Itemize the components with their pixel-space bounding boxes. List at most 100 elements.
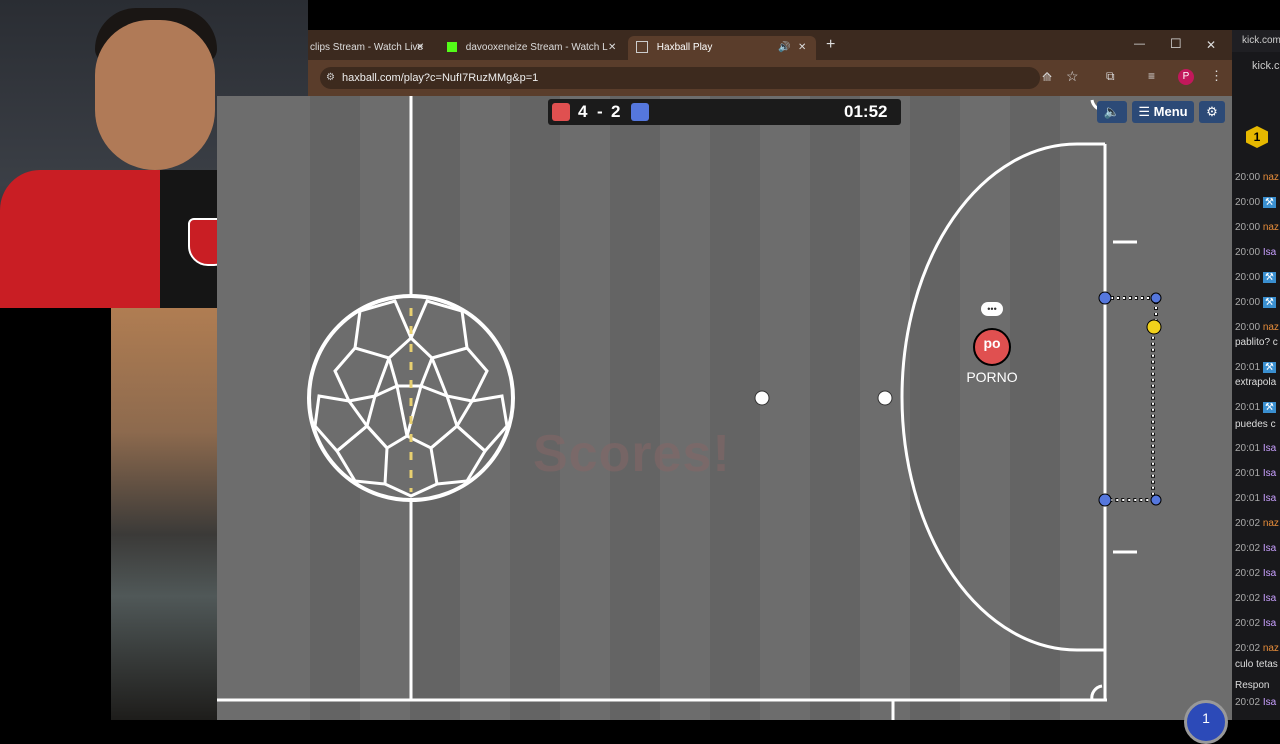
chat-header: kick.com	[1232, 30, 1280, 52]
chat-message: 20:00 Isa	[1235, 247, 1276, 258]
url-text: haxball.com/play?c=NufI7RuzMMg&p=1	[342, 72, 539, 84]
url-field[interactable]: ⚙ haxball.com/play?c=NufI7RuzMMg&p=1	[320, 67, 1040, 89]
blue-team-icon	[631, 103, 649, 121]
tab-davooxeneize[interactable]: davooxeneize Stream - Watch L	[443, 36, 613, 60]
chat-timestamp: 20:01	[1235, 493, 1263, 504]
haxball-field[interactable]: po PORNO •••	[217, 96, 1232, 720]
haxball-icon	[636, 41, 648, 54]
chat-message: culo tetas	[1235, 659, 1278, 670]
translate-icon[interactable]: ⟰	[1042, 70, 1052, 84]
chat-username: Isa	[1262, 697, 1277, 708]
menu-button[interactable]: ☰ Menu	[1132, 101, 1194, 123]
close-window-button[interactable]: ✕	[1206, 38, 1216, 52]
score-blue: 2	[611, 102, 621, 121]
profile-avatar[interactable]: P	[1178, 69, 1194, 85]
speaker-icon[interactable]: 🔊	[778, 42, 790, 53]
yellow-disc	[1146, 319, 1162, 335]
chat-message: Respon	[1235, 680, 1269, 691]
chat-username: naz	[1262, 518, 1279, 529]
chat-timestamp: 20:00	[1235, 322, 1263, 333]
chat-username: naz	[1262, 322, 1279, 333]
chat-username: ⚒	[1262, 297, 1276, 308]
sound-button[interactable]: 🔈	[1097, 101, 1127, 123]
chat-username: naz	[1262, 643, 1279, 654]
chat-message: 20:02 Isa	[1235, 543, 1276, 554]
chat-bubble-icon: •••	[981, 302, 1003, 316]
chat-username: pablito? c	[1235, 337, 1278, 348]
maximize-button[interactable]: ☐	[1170, 36, 1182, 52]
chat-timestamp: 20:00	[1235, 272, 1263, 283]
chat-message: pablito? c	[1235, 337, 1278, 348]
kickoff-marker-left	[754, 390, 770, 406]
chat-timestamp: 20:00	[1235, 222, 1263, 233]
minimize-button[interactable]: —	[1134, 38, 1145, 50]
more-menu-icon[interactable]: ⋮	[1210, 68, 1223, 84]
menu-label: Menu	[1153, 104, 1188, 119]
media-icon[interactable]: ≡	[1148, 69, 1155, 83]
site-settings-icon[interactable]: ⚙	[326, 67, 335, 89]
tab-label: Haxball Play	[656, 42, 713, 53]
chat-message: 20:00 ⚒	[1235, 297, 1276, 308]
post-top-outer	[1150, 292, 1162, 304]
chat-message: extrapola	[1235, 377, 1276, 388]
chat-timestamp: 20:02	[1235, 697, 1263, 708]
chat-message: 20:00 naz	[1235, 172, 1279, 183]
browser-address-bar: ⚙ haxball.com/play?c=NufI7RuzMMg&p=1 ⟰ ☆…	[308, 60, 1232, 96]
chat-timestamp: 20:01	[1235, 362, 1263, 373]
chat-timestamp: 20:02	[1235, 618, 1263, 629]
chat-message: 20:00 naz	[1235, 222, 1279, 233]
chat-timestamp: 20:01	[1235, 468, 1263, 479]
player-avatar: po	[983, 335, 1001, 351]
chat-username: Isa	[1262, 593, 1277, 604]
chat-username: Isa	[1262, 443, 1277, 454]
chat-username: Isa	[1262, 247, 1277, 258]
chat-username: puedes c	[1235, 419, 1276, 430]
chat-username: extrapola	[1235, 377, 1277, 388]
new-tab-button[interactable]: +	[826, 36, 835, 54]
chat-header-url: kick.com	[1242, 35, 1280, 46]
chat-panel[interactable]: kick.c 1 20:00 naz 20:00 ⚒ 20:00 naz 20:00 …	[1232, 52, 1280, 720]
post-bottom-outer	[1150, 494, 1162, 506]
chat-timestamp: 20:00	[1235, 297, 1263, 308]
chat-message: 20:02 Isa	[1235, 568, 1276, 579]
page-indicator-badge[interactable]: 1	[1184, 700, 1228, 744]
chat-username: Isa	[1262, 468, 1277, 479]
close-icon[interactable]: ✕	[416, 42, 424, 53]
bookmark-star-icon[interactable]: ☆	[1066, 68, 1079, 85]
chat-message: 20:01 ⚒	[1235, 402, 1276, 413]
settings-button[interactable]: ⚙	[1199, 101, 1225, 123]
browser-tab-bar: clips Stream - Watch Live ✕ davooxeneize…	[308, 30, 1232, 60]
chat-message: 20:02 Isa	[1235, 593, 1276, 604]
match-timer: 01:52	[844, 102, 888, 121]
webcam-shirt-red	[0, 170, 160, 308]
penalty-arc	[900, 142, 1105, 652]
chat-timestamp: 20:02	[1235, 543, 1263, 554]
chat-username: Isa	[1262, 618, 1277, 629]
tab-label: davooxeneize Stream - Watch L	[465, 42, 608, 53]
chat-timestamp: 20:02	[1235, 593, 1263, 604]
chat-username: ⚒	[1262, 197, 1276, 208]
chat-timestamp: 20:01	[1235, 402, 1263, 413]
chat-username: naz	[1262, 172, 1279, 183]
chat-message: 20:00 naz	[1235, 322, 1279, 333]
close-icon[interactable]: ✕	[798, 42, 806, 53]
post-bottom-inner	[1098, 493, 1112, 507]
chat-timestamp: 20:02	[1235, 643, 1263, 654]
webcam-face	[95, 20, 215, 170]
close-icon[interactable]: ✕	[608, 42, 616, 53]
score-red: 4	[578, 102, 588, 121]
corner-arc-bottom	[1090, 684, 1103, 701]
chat-username: Isa	[1262, 543, 1277, 554]
chat-site-label: kick.c	[1252, 60, 1280, 72]
chat-timestamp: 20:02	[1235, 568, 1263, 579]
chat-message: 20:02 Isa	[1235, 697, 1276, 708]
chat-username: ⚒	[1262, 402, 1276, 413]
chat-message: 20:02 naz	[1235, 518, 1279, 529]
chat-username: culo tetas	[1235, 659, 1278, 670]
red-team-icon	[552, 103, 570, 121]
chat-timestamp: 20:01	[1235, 443, 1263, 454]
scoreboard: 4 - 2 01:52	[548, 99, 901, 125]
extensions-icon[interactable]: ⧉	[1106, 69, 1115, 84]
chat-message: 20:01 Isa	[1235, 443, 1276, 454]
hamburger-icon: ☰	[1138, 104, 1151, 119]
